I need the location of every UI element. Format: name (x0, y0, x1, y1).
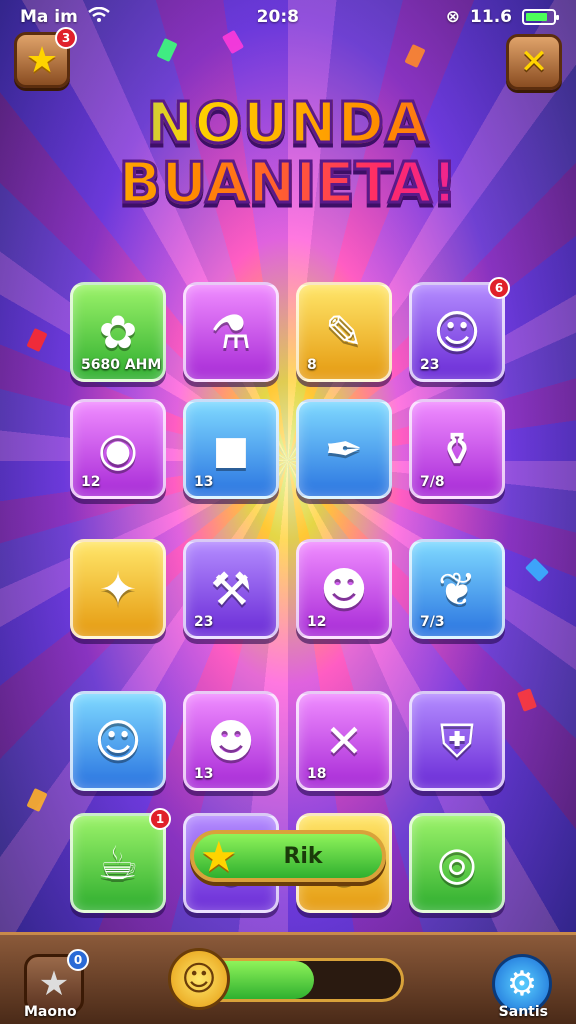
battery-text: 11.6 (470, 7, 512, 27)
item-tile[interactable]: ☻ 12 (296, 539, 392, 639)
bottom-bar: ★ 0 Maono ☺ ⚙ Santis (0, 932, 576, 1024)
battery-fill (525, 13, 548, 21)
title-line-2: BUANIETA! (0, 151, 576, 216)
item-count: 18 (307, 766, 327, 782)
title-line-1: NOUNDA (0, 93, 576, 154)
profile-label: Maono (24, 1004, 77, 1020)
item-tile[interactable]: ✕ 18 (296, 691, 392, 791)
item-count: 7/3 (420, 614, 445, 630)
pot-character-icon: ☻ (320, 562, 368, 616)
item-count: 5680 AHM (81, 357, 162, 373)
elf-icon: ☺ (94, 714, 142, 768)
settings-label: Santis (498, 1004, 548, 1020)
confetti (517, 688, 537, 712)
item-tile[interactable]: ✎ 8 (296, 282, 392, 382)
boot-icon: ◼ (211, 422, 251, 476)
profile-badge: 0 (67, 949, 89, 971)
item-badge: 6 (488, 277, 510, 299)
book-pencil-icon: ✎ (324, 305, 364, 359)
star-icon: ★ (25, 39, 59, 81)
item-tile[interactable]: ⛨ (409, 691, 505, 791)
confetti (524, 557, 550, 583)
creature-icon: ✦ (98, 562, 138, 616)
mug-icon: ☕ (97, 836, 139, 890)
item-count: 23 (420, 357, 440, 373)
close-icon: ✕ (519, 42, 549, 82)
play-button-label: Rik (283, 843, 323, 869)
confetti (156, 37, 178, 63)
item-tile[interactable]: ☺ 23 6 (409, 277, 510, 382)
leaf-icon: ❦ (437, 562, 477, 616)
item-tile[interactable]: ✿ 5680 AHM (70, 282, 166, 382)
item-count: 12 (81, 474, 101, 490)
item-tile[interactable]: ✦ (70, 539, 166, 639)
favorites-badge: 3 (55, 27, 77, 49)
item-tile[interactable]: ◎ (409, 813, 505, 913)
potion-character-icon: ☻ (207, 714, 255, 768)
cup-icon: ⚗ (210, 305, 252, 359)
battery-icon (521, 9, 559, 25)
item-tile[interactable]: ☕ 1 (70, 808, 171, 913)
alarm-icon: ⊗ (445, 7, 461, 27)
item-tile[interactable]: ⚱ 7/8 (409, 399, 505, 499)
gear-icon: ⚙ (506, 964, 538, 1004)
smiley-icon: ☺ (168, 948, 230, 1010)
item-count: 13 (194, 474, 214, 490)
flower-character-icon: ✿ (98, 305, 138, 359)
confetti (26, 327, 48, 353)
item-tile[interactable]: ☻ 13 (183, 691, 279, 791)
item-count: 23 (194, 614, 214, 630)
item-count: 12 (307, 614, 327, 630)
crossed-tools-icon: ✕ (324, 714, 364, 768)
favorites-button[interactable]: ★ 3 (14, 27, 77, 88)
item-tile[interactable]: ☺ (70, 691, 166, 791)
syringe-icon: ✒ (324, 422, 364, 476)
status-bar: Ma im 20:8 ⊗ 11.6 (0, 0, 576, 34)
item-count: 7/8 (420, 474, 445, 490)
robot-icon: ◉ (97, 422, 139, 476)
carrier-label: Ma im (20, 7, 78, 27)
item-tile[interactable]: ⚒ 23 (183, 539, 279, 639)
item-tile[interactable]: ⚗ (183, 282, 279, 382)
item-badge: 1 (149, 808, 171, 830)
bottle-icon: ⚱ (437, 422, 477, 476)
confetti (404, 43, 426, 69)
item-tile[interactable]: ❦ 7/3 (409, 539, 505, 639)
confetti (26, 787, 48, 813)
wifi-icon (88, 6, 110, 28)
star-icon: ★ (38, 964, 70, 1004)
star-icon: ★ (200, 832, 238, 881)
item-count: 8 (307, 357, 317, 373)
item-grid: ✿ 5680 AHM ⚗ ✎ 8 ☺ 23 6 ◉ 12 ◼ 13 ✒ ⚱ 7/8 ✦ ⚒ 23 ☻ 12 ❦ 7/3 ☺ ☻… (70, 277, 510, 913)
play-button[interactable]: ★ Rik (190, 830, 386, 882)
item-tile[interactable]: ◼ 13 (183, 399, 279, 499)
character-hat-icon: ☺ (433, 305, 481, 359)
shield-medal-icon: ⛨ (439, 714, 475, 768)
item-count: 13 (194, 766, 214, 782)
clock: 20:8 (256, 7, 299, 27)
close-button[interactable]: ✕ (506, 34, 562, 90)
game-title: NOUNDA BUANIETA! (0, 93, 576, 216)
item-tile[interactable]: ✒ (296, 399, 392, 499)
plate-icon: ◎ (436, 836, 478, 890)
item-tile[interactable]: ◉ 12 (70, 399, 166, 499)
hammer-icon: ⚒ (210, 562, 252, 616)
